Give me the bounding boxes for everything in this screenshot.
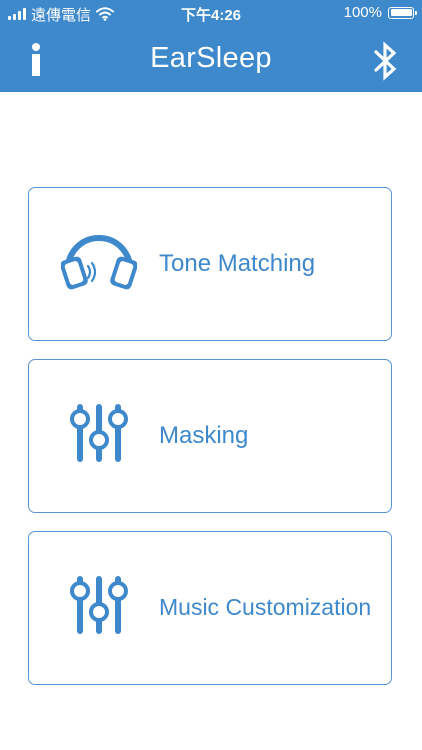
music-customization-card[interactable]: Music Customization	[28, 531, 392, 685]
bluetooth-button[interactable]	[368, 40, 404, 82]
tone-matching-label: Tone Matching	[159, 250, 316, 277]
nav-bar: EarSleep	[0, 28, 422, 92]
masking-card[interactable]: Masking	[28, 359, 392, 513]
page-title: EarSleep	[150, 42, 272, 74]
app-screen: 遠傳電信 下午4:26 100% EarSleep Tone Matching …	[0, 0, 422, 750]
status-bar: 遠傳電信 下午4:26 100%	[0, 0, 422, 28]
headphones-icon	[60, 228, 138, 298]
battery-icon	[388, 6, 417, 19]
equalizer-sliders-icon	[61, 400, 137, 470]
battery-fill	[390, 9, 412, 16]
music-customization-label: Music Customization	[159, 594, 372, 620]
tone-matching-card[interactable]: Tone Matching	[28, 187, 392, 341]
app-header: 遠傳電信 下午4:26 100% EarSleep	[0, 0, 422, 92]
masking-label: Masking	[159, 422, 249, 449]
status-right: 100%	[343, 4, 417, 21]
bluetooth-icon	[374, 41, 397, 81]
battery-percent: 100%	[343, 4, 382, 21]
equalizer-sliders-icon	[61, 572, 137, 642]
